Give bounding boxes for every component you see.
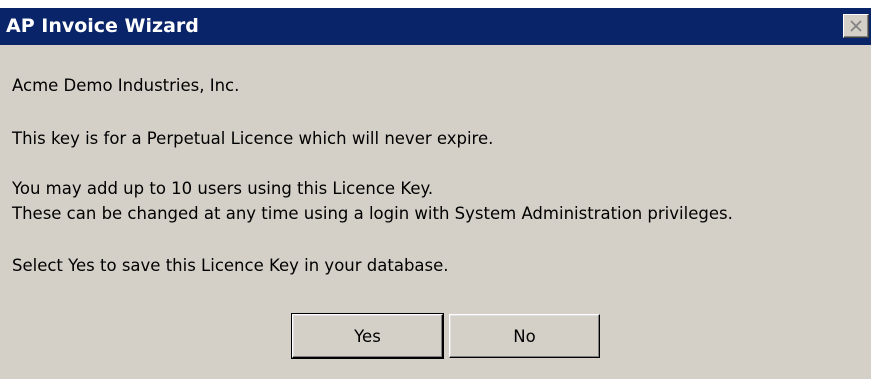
yes-button[interactable]: Yes bbox=[291, 313, 444, 359]
top-strip bbox=[0, 0, 871, 8]
licence-type-text: This key is for a Perpetual Licence whic… bbox=[12, 129, 494, 148]
window-title: AP Invoice Wizard bbox=[6, 15, 199, 37]
no-button[interactable]: No bbox=[449, 314, 600, 358]
title-bar[interactable]: AP Invoice Wizard bbox=[0, 8, 871, 45]
dialog-body: Acme Demo Industries, Inc. This key is f… bbox=[0, 45, 871, 379]
save-prompt-text: Select Yes to save this Licence Key in y… bbox=[12, 256, 449, 275]
users-info-text: You may add up to 10 users using this Li… bbox=[12, 179, 434, 198]
close-button[interactable] bbox=[843, 14, 869, 38]
company-name-text: Acme Demo Industries, Inc. bbox=[12, 76, 240, 95]
dialog-window: AP Invoice Wizard Acme Demo Industries, … bbox=[0, 0, 871, 379]
admin-info-text: These can be changed at any time using a… bbox=[12, 204, 733, 223]
close-icon bbox=[850, 20, 862, 32]
